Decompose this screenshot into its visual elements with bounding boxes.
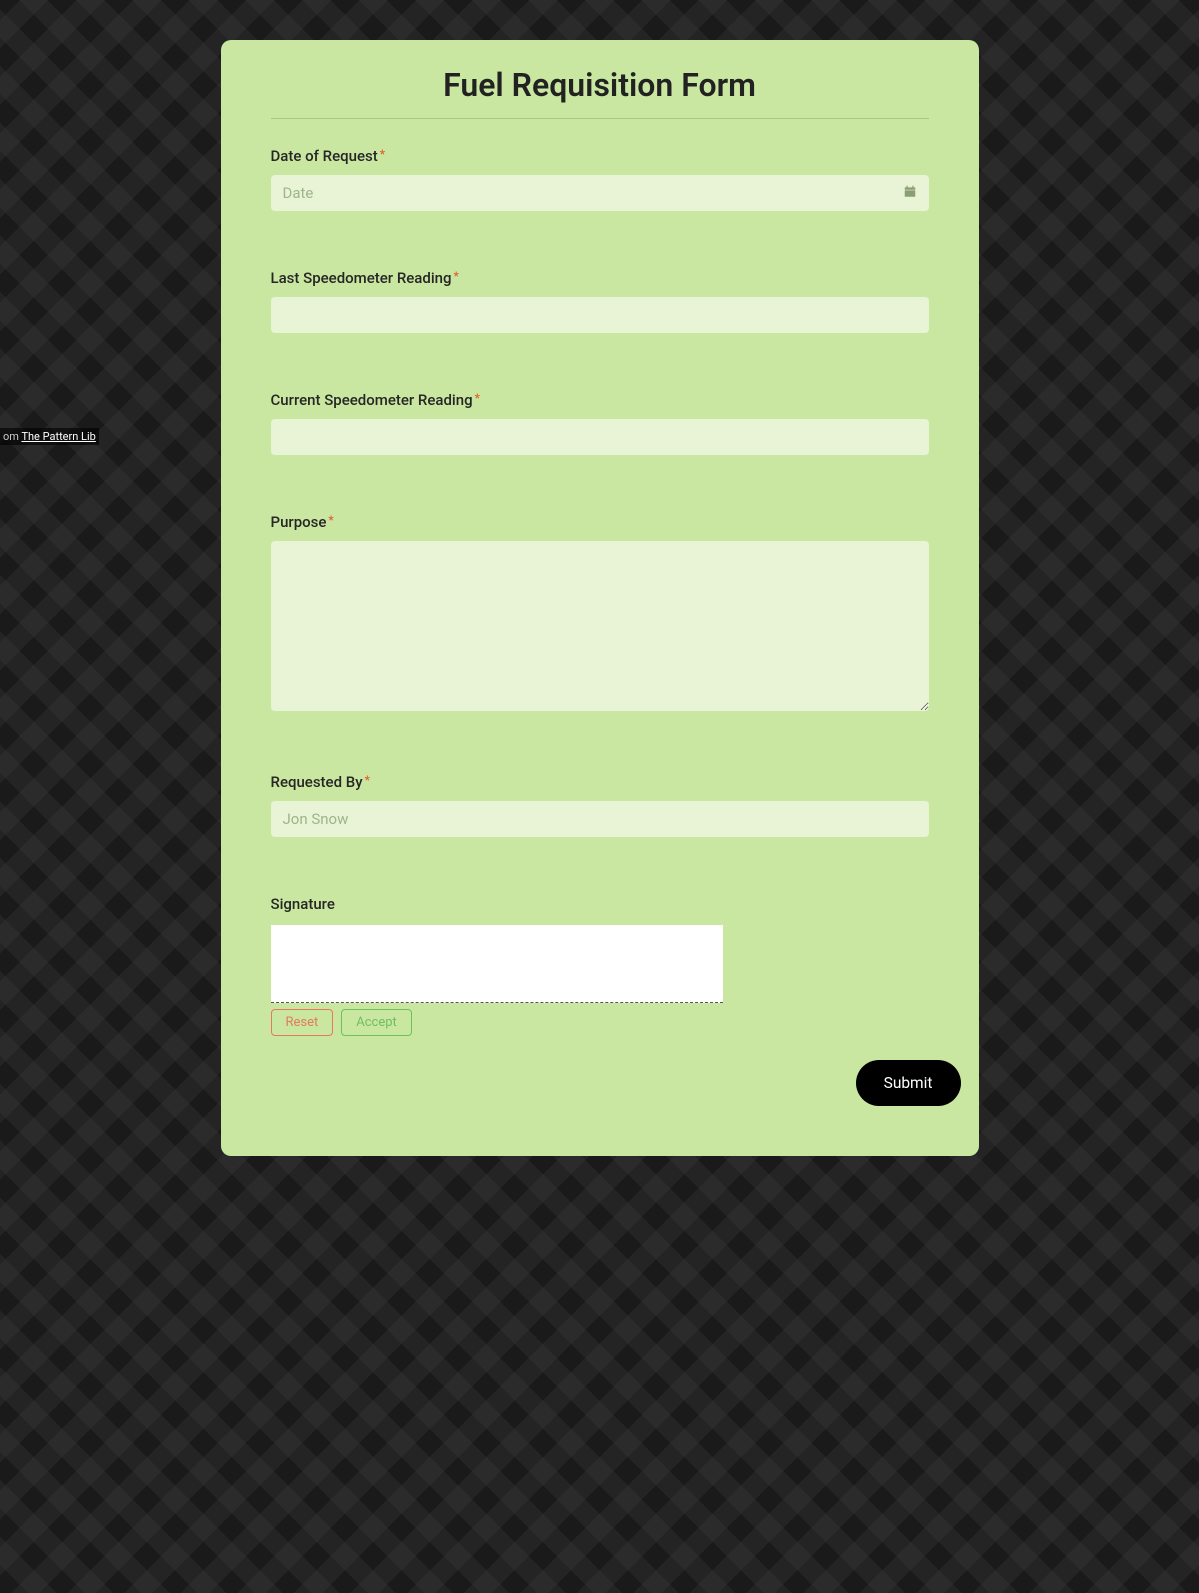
purpose-textarea[interactable] (271, 541, 929, 711)
last-speedometer-input[interactable] (271, 297, 929, 333)
pattern-library-link[interactable]: The Pattern Lib (21, 430, 95, 443)
required-indicator: * (380, 147, 385, 161)
form-title: Fuel Requisition Form (271, 60, 929, 119)
label-text-requested-by: Requested By (271, 773, 363, 791)
credit-prefix: om (3, 430, 21, 443)
reset-button[interactable]: Reset (271, 1009, 334, 1036)
signature-actions: Reset Accept (271, 1009, 929, 1036)
field-group-requested-by: Requested By* (271, 773, 929, 837)
label-current-speedometer: Current Speedometer Reading* (271, 391, 929, 409)
field-group-purpose: Purpose* (271, 513, 929, 715)
requested-by-input[interactable] (271, 801, 929, 837)
field-group-date-of-request: Date of Request* (271, 147, 929, 211)
label-purpose: Purpose* (271, 513, 929, 531)
required-indicator: * (475, 391, 480, 405)
label-date-of-request: Date of Request* (271, 147, 929, 165)
required-indicator: * (328, 513, 333, 527)
accept-button[interactable]: Accept (341, 1009, 412, 1036)
required-indicator: * (365, 773, 370, 787)
label-signature: Signature (271, 895, 929, 913)
date-input-wrapper (271, 175, 929, 211)
current-speedometer-input[interactable] (271, 419, 929, 455)
required-indicator: * (454, 269, 459, 283)
field-group-last-speedometer: Last Speedometer Reading* (271, 269, 929, 333)
label-text-date: Date of Request (271, 147, 378, 165)
label-text-last-speedo: Last Speedometer Reading (271, 269, 452, 287)
label-text-current-speedo: Current Speedometer Reading (271, 391, 473, 409)
label-requested-by: Requested By* (271, 773, 929, 791)
label-text-purpose: Purpose (271, 513, 327, 531)
field-group-signature: Signature Reset Accept (271, 895, 929, 1036)
submit-button[interactable]: Submit (856, 1060, 961, 1106)
field-group-current-speedometer: Current Speedometer Reading* (271, 391, 929, 455)
signature-pad[interactable] (271, 925, 723, 1003)
form-container: Fuel Requisition Form Date of Request* L… (221, 40, 979, 1156)
date-of-request-input[interactable] (271, 175, 929, 211)
label-last-speedometer: Last Speedometer Reading* (271, 269, 929, 287)
pattern-credit: om The Pattern Lib (0, 428, 99, 445)
